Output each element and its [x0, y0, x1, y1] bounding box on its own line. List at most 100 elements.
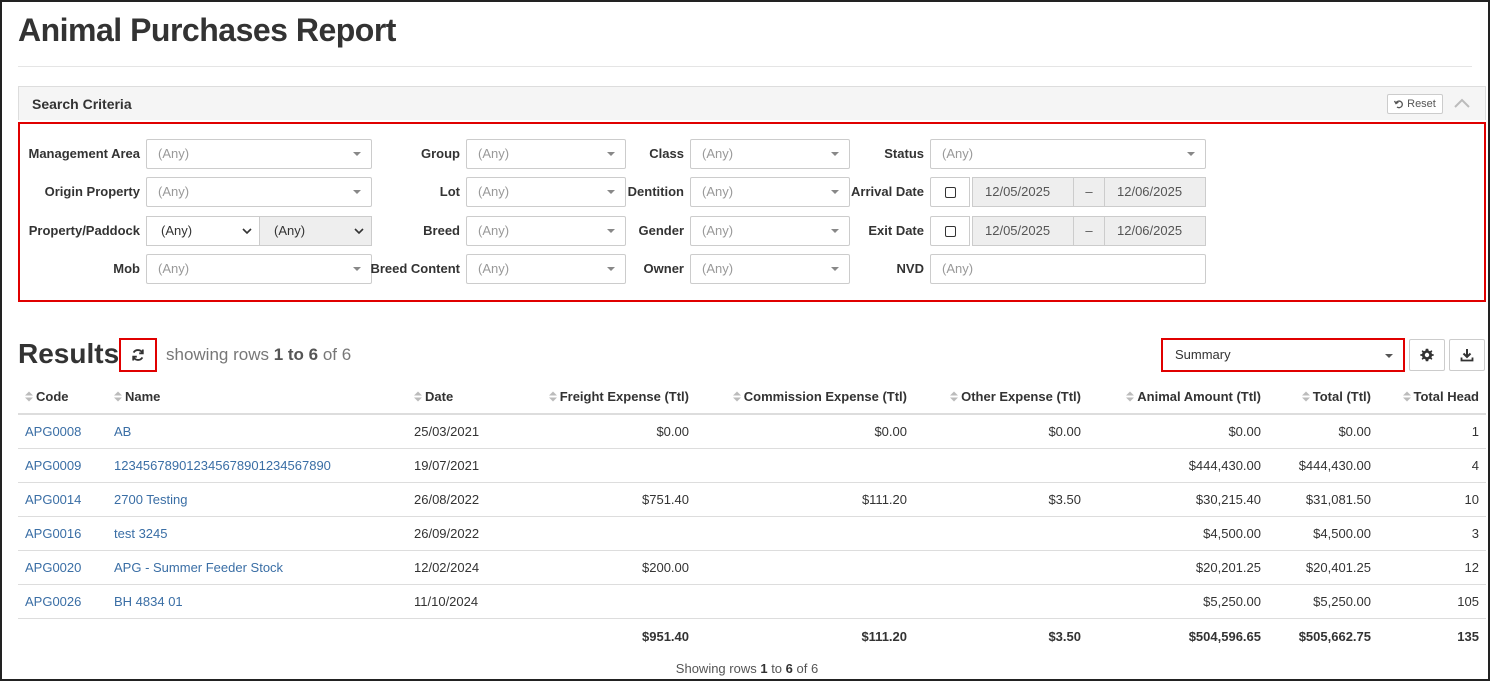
reset-button[interactable]: Reset [1387, 94, 1443, 114]
paddock-select[interactable]: (Any) [259, 216, 372, 246]
total-animal-amount: $504,596.65 [1088, 617, 1268, 654]
checkbox-icon [945, 226, 956, 237]
sort-icon [414, 391, 422, 401]
footer-prefix: Showing rows [675, 661, 761, 676]
owner-label: Owner [643, 261, 684, 276]
row-name-link[interactable]: BH 4834 01 [114, 594, 183, 609]
lot-select[interactable]: (Any) [466, 177, 626, 207]
row-name-link[interactable]: test 3245 [114, 526, 168, 541]
caret-down-icon [1385, 354, 1393, 358]
exit-date-from[interactable]: 12/05/2025 [972, 216, 1074, 246]
row-total: $20,401.25 [1268, 550, 1378, 585]
class-value: (Any) [702, 146, 734, 161]
view-select[interactable]: Summary [1161, 338, 1405, 372]
arrival-date-checkbox[interactable] [930, 177, 970, 207]
gender-select[interactable]: (Any) [690, 216, 850, 246]
mob-select[interactable]: (Any) [146, 254, 372, 284]
row-code-link[interactable]: APG0020 [25, 560, 81, 575]
arrival-date-from[interactable]: 12/05/2025 [972, 177, 1074, 207]
row-freight: $0.00 [537, 414, 696, 449]
row-date: 11/10/2024 [407, 584, 537, 619]
property-select[interactable]: (Any) [146, 216, 260, 246]
results-title: Results [18, 338, 120, 369]
caret-down-icon [831, 190, 839, 194]
row-freight [537, 516, 696, 551]
page-title: Animal Purchases Report [18, 12, 396, 48]
row-commission [696, 550, 914, 585]
table-row: APG0026 BH 4834 01 11/10/2024 $5,250.00 … [18, 584, 1486, 619]
table-row: APG0008 AB 25/03/2021 $0.00 $0.00 $0.00 … [18, 414, 1486, 449]
column-header-date[interactable]: Date [407, 379, 537, 415]
status-select[interactable]: (Any) [930, 139, 1206, 169]
row-code-link[interactable]: APG0026 [25, 594, 81, 609]
row-name-link[interactable]: AB [114, 424, 131, 439]
row-code-link[interactable]: APG0008 [25, 424, 81, 439]
title-divider [18, 66, 1472, 67]
breed-content-select[interactable]: (Any) [466, 254, 626, 284]
dentition-value: (Any) [702, 184, 734, 199]
lot-label: Lot [439, 184, 460, 199]
column-header-name[interactable]: Name [107, 379, 407, 415]
sort-icon [548, 391, 557, 401]
settings-button[interactable] [1409, 339, 1445, 371]
table-row: APG0020 APG - Summer Feeder Stock 12/02/… [18, 550, 1486, 585]
reset-label: Reset [1407, 98, 1436, 110]
management-area-value: (Any) [158, 146, 190, 161]
row-animal-amount: $20,201.25 [1088, 550, 1268, 585]
property-paddock-label: Property/Paddock [28, 223, 140, 238]
origin-property-select[interactable]: (Any) [146, 177, 372, 207]
dentition-select[interactable]: (Any) [690, 177, 850, 207]
search-criteria-title: Search Criteria [32, 96, 132, 112]
row-animal-amount: $444,430.00 [1088, 448, 1268, 483]
gender-label: Gender [638, 223, 684, 238]
column-header-code[interactable]: Code [18, 379, 107, 415]
row-head: 1 [1378, 414, 1486, 449]
nvd-input[interactable]: (Any) [930, 254, 1206, 284]
download-icon [1460, 349, 1474, 362]
column-header-total[interactable]: Total (Ttl) [1268, 379, 1378, 415]
column-header-total-head[interactable]: Total Head [1378, 379, 1486, 415]
breed-select[interactable]: (Any) [466, 216, 626, 246]
refresh-button[interactable] [119, 338, 157, 372]
table-row: APG0014 2700 Testing 26/08/2022 $751.40 … [18, 482, 1486, 517]
caret-down-icon [831, 267, 839, 271]
row-animal-amount: $30,215.40 [1088, 482, 1268, 517]
owner-select[interactable]: (Any) [690, 254, 850, 284]
management-area-label: Management Area [28, 146, 141, 161]
footer-to-word: to [767, 661, 786, 676]
sort-icon [114, 391, 122, 401]
group-select[interactable]: (Any) [466, 139, 626, 169]
sort-icon [1126, 391, 1135, 401]
table-row: APG0009 12345678901234567890123456789​0 … [18, 448, 1486, 483]
status-label: Status [884, 146, 924, 161]
row-name-link[interactable]: APG - Summer Feeder Stock [114, 560, 283, 575]
caret-down-icon [831, 229, 839, 233]
row-name-link[interactable]: 2700 Testing [114, 492, 188, 507]
row-code-link[interactable]: APG0014 [25, 492, 81, 507]
chevron-up-icon[interactable] [1453, 95, 1471, 111]
refresh-icon [132, 349, 144, 361]
column-header-other[interactable]: Other Expense (Ttl) [914, 379, 1088, 415]
nvd-label: NVD [896, 261, 924, 276]
row-code-link[interactable]: APG0016 [25, 526, 81, 541]
exit-date-checkbox[interactable] [930, 216, 970, 246]
footer-to: 6 [785, 661, 793, 676]
row-name-link[interactable]: 12345678901234567890123456789​0 [114, 458, 331, 473]
row-head: 105 [1378, 584, 1486, 619]
column-header-freight[interactable]: Freight Expense (Ttl) [537, 379, 696, 415]
row-total: $444,430.00 [1268, 448, 1378, 483]
row-code-link[interactable]: APG0009 [25, 458, 81, 473]
exit-date-to[interactable]: 12/06/2025 [1104, 216, 1206, 246]
row-animal-amount: $5,250.00 [1088, 584, 1268, 619]
column-header-commission[interactable]: Commission Expense (Ttl) [696, 379, 914, 415]
class-select[interactable]: (Any) [690, 139, 850, 169]
row-animal-amount: $4,500.00 [1088, 516, 1268, 551]
origin-property-label: Origin Property [44, 184, 140, 199]
download-button[interactable] [1449, 339, 1485, 371]
management-area-select[interactable]: (Any) [146, 139, 372, 169]
sort-icon [25, 391, 33, 401]
total-freight: $951.40 [537, 617, 696, 654]
column-header-animal-amount[interactable]: Animal Amount (Ttl) [1088, 379, 1268, 415]
arrival-date-to[interactable]: 12/06/2025 [1104, 177, 1206, 207]
pagination-info: Showing rows 1 to 6 of 6 [2, 661, 1490, 676]
